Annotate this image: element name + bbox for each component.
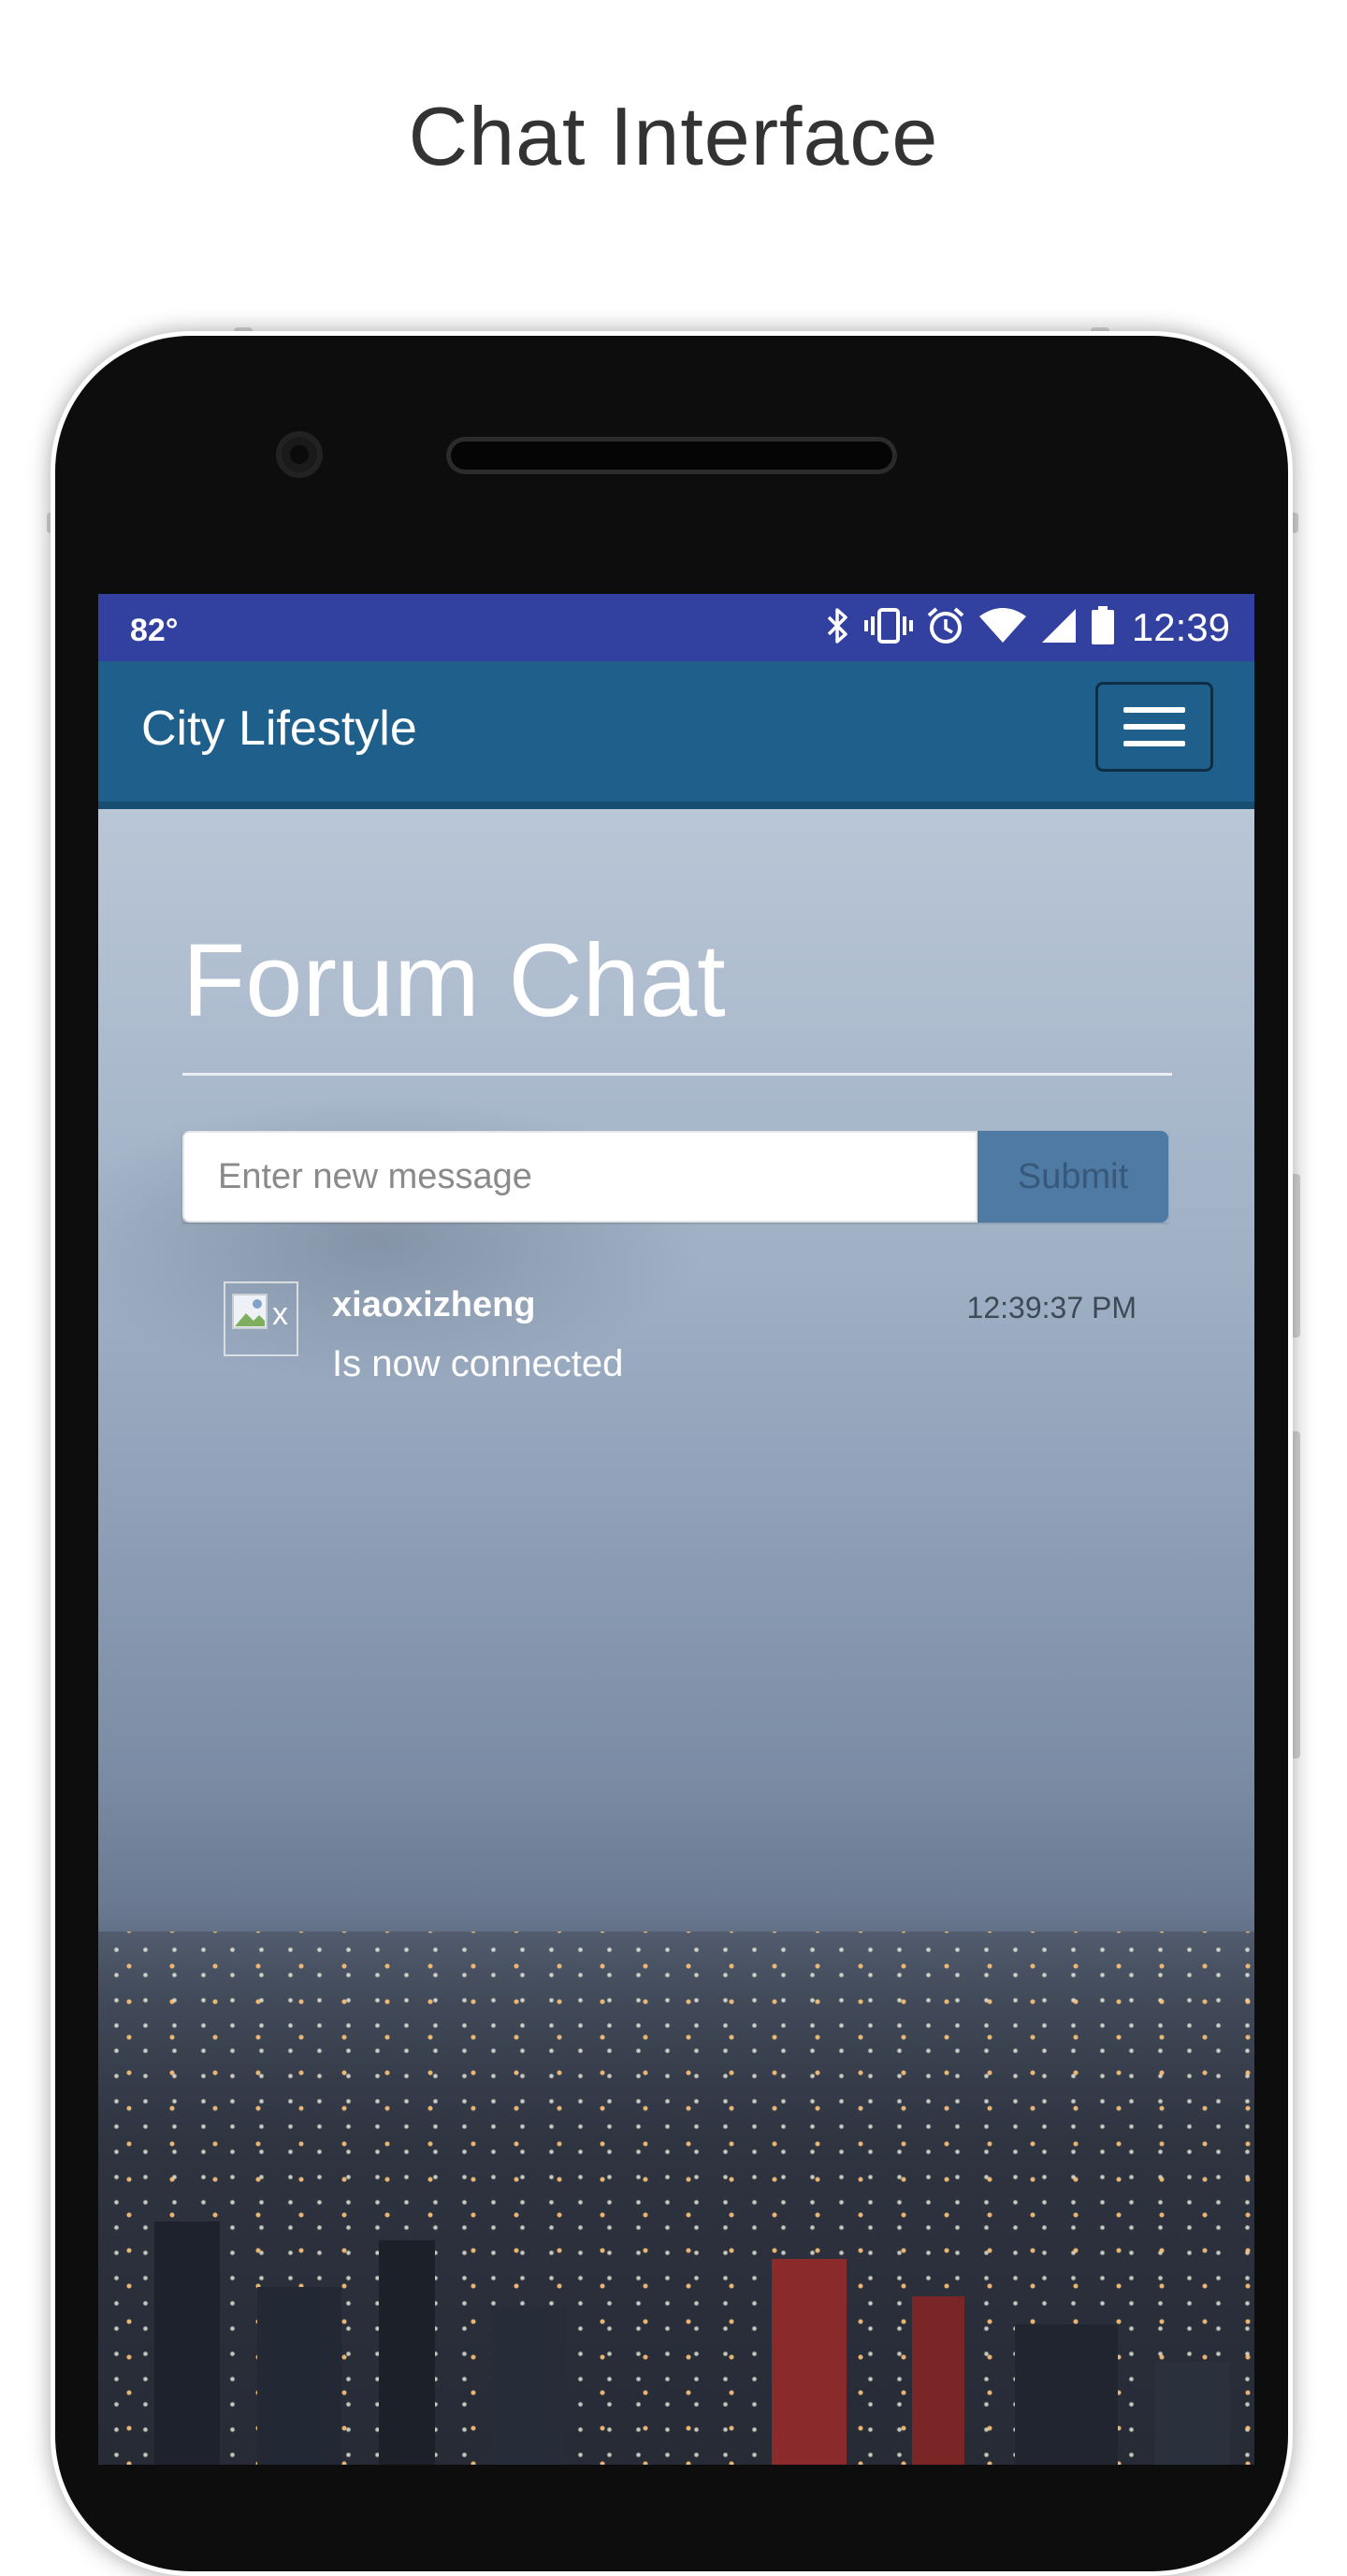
message-input[interactable] [182,1131,978,1223]
bluetooth-icon [823,607,851,649]
background-building [772,2259,847,2465]
message-form: Submit [182,1131,1168,1223]
brand-link[interactable]: City Lifestyle [141,701,417,757]
navbar: City Lifestyle [98,661,1254,809]
status-temperature: 82° [130,613,179,648]
signal-icon [1040,607,1078,649]
hamburger-menu-icon-bar [1123,724,1185,730]
background-building [912,2296,964,2465]
chat-timestamp: 12:39:37 PM [966,1291,1137,1324]
avatar-alt-text: x [272,1296,288,1332]
hamburger-menu-icon-bar [1123,741,1185,746]
city-background [98,1932,1254,2465]
earpiece-speaker [446,437,897,474]
vibrate-icon [863,607,913,649]
chat-username: xiaoxizheng [332,1285,536,1324]
battery-icon [1091,605,1115,650]
title-divider [182,1073,1172,1076]
background-building [491,2306,566,2465]
background-building [154,2221,220,2465]
hamburger-menu-button[interactable] [1095,682,1213,772]
chat-text: Is now connected [332,1343,624,1384]
background-building [379,2240,435,2465]
status-icons: 12:39 [823,594,1230,661]
broken-image-icon [232,1294,268,1329]
hamburger-menu-icon [1123,707,1185,713]
avatar: x [224,1281,298,1356]
wifi-icon [978,607,1027,649]
phone-screen: 82° 12:39 City Lifestyle Forum Chat Ente… [98,594,1254,2465]
background-building [1015,2324,1118,2465]
front-camera [276,431,323,478]
phone-bezel: 82° 12:39 City Lifestyle Forum Chat Ente… [55,336,1288,2571]
page-heading: Chat Interface [408,90,939,182]
background-building [1155,2362,1230,2465]
chat-content: Forum Chat Submit x xiaoxi [98,809,1254,2465]
chat-message: x xiaoxizheng 12:39:37 PM Is now connect… [224,1281,1137,1403]
phone-frame: 82° 12:39 City Lifestyle Forum Chat Ente… [51,331,1293,2576]
background-building [257,2287,341,2465]
forum-title: Forum Chat [182,923,726,1038]
alarm-icon [926,606,965,650]
submit-button[interactable]: Submit [978,1131,1168,1223]
status-bar: 82° 12:39 [98,594,1254,661]
status-time: 12:39 [1131,605,1230,649]
